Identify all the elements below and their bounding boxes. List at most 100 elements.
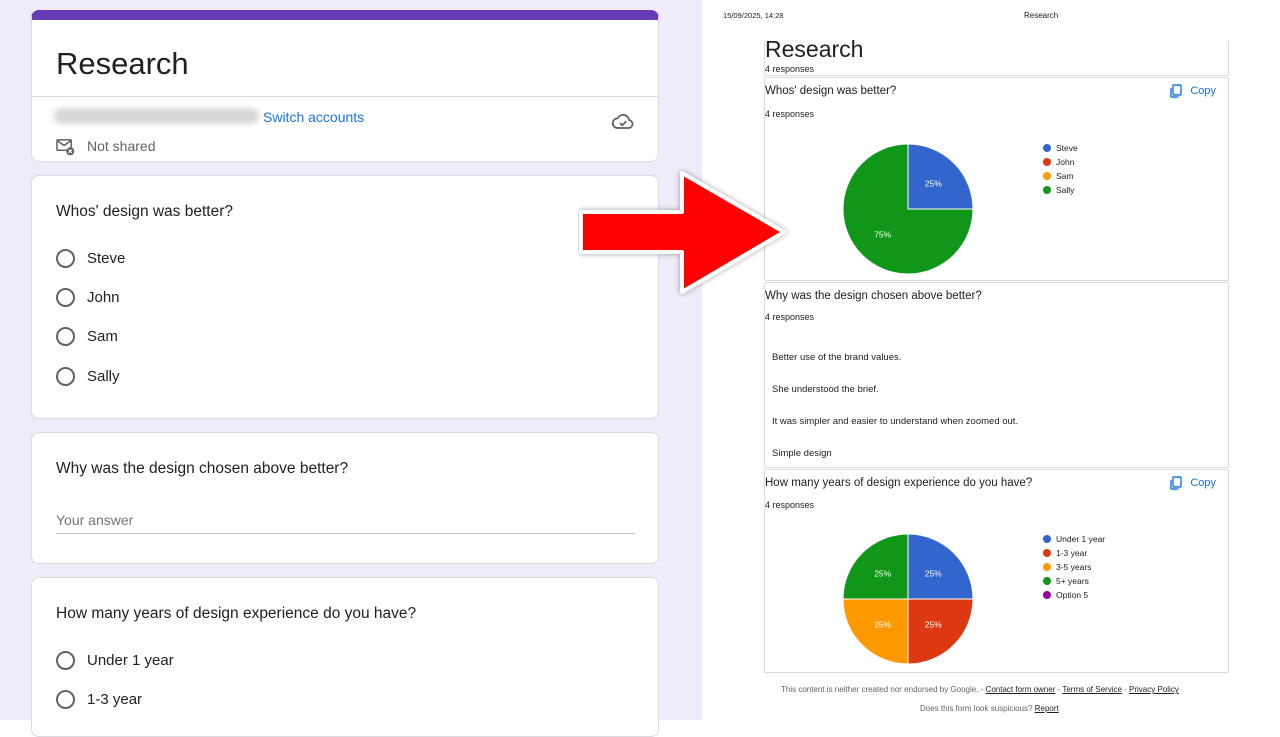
- legend-dot: [1043, 144, 1051, 152]
- pie-slice-label: 25%: [874, 569, 891, 579]
- response-count: 4 responses: [765, 64, 815, 74]
- form-title: Research: [56, 46, 189, 81]
- legend-item-option-5: Option 5: [1043, 588, 1105, 602]
- question-title: Why was the design chosen above better?: [765, 290, 982, 302]
- option-label: Sally: [87, 367, 120, 385]
- legend-item-steve: Steve: [1043, 141, 1078, 155]
- copy-label: Copy: [1190, 477, 1216, 489]
- question-title: How many years of design experience do y…: [56, 605, 417, 622]
- footer-report: Does this form look suspicious? Report: [920, 704, 1059, 713]
- pie-slice-label: 25%: [925, 619, 942, 629]
- legend-label: Under 1 year: [1056, 534, 1106, 544]
- footer-text: This content is neither created nor endo…: [781, 685, 986, 694]
- legend-label: 5+ years: [1056, 576, 1089, 586]
- radio-button[interactable]: [56, 287, 75, 307]
- chart-card-experience: How many years of design experience do y…: [764, 469, 1229, 673]
- text-responses-card: Why was the design chosen above better? …: [764, 282, 1229, 468]
- legend-dot: [1043, 591, 1051, 599]
- pie-slice-3-5-years: [842, 598, 909, 665]
- legend-dot: [1043, 563, 1051, 571]
- legend-label: John: [1056, 157, 1075, 167]
- response-count: 4 responses: [765, 312, 815, 322]
- form-panel: Research Switch accounts Not shared Whos…: [0, 0, 702, 737]
- account-email-blurred: [54, 108, 259, 124]
- legend-dot: [1043, 535, 1051, 543]
- legend-item-sam: Sam: [1043, 169, 1078, 183]
- legend-label: Sally: [1056, 185, 1075, 195]
- radio-button[interactable]: [56, 366, 75, 386]
- radio-option-john[interactable]: John: [56, 286, 120, 308]
- report-link[interactable]: Report: [1035, 704, 1059, 713]
- legend-item-sally: Sally: [1043, 183, 1078, 197]
- copy-chart-button[interactable]: Copy: [1169, 476, 1216, 490]
- contact-owner-link[interactable]: Contact form owner: [986, 685, 1056, 694]
- legend-dot: [1043, 172, 1051, 180]
- radio-button[interactable]: [56, 650, 75, 670]
- pie-chart-experience: 25% 25% 25% 25%: [842, 533, 974, 665]
- print-timestamp: 15/09/2025, 14:28: [723, 11, 784, 20]
- legend-label: Steve: [1056, 143, 1078, 153]
- pie-slice-label: 25%: [925, 569, 942, 579]
- legend-item-3-5-years: 3-5 years: [1043, 560, 1105, 574]
- question-card-why: Why was the design chosen above better? …: [31, 432, 659, 564]
- option-label: Steve: [87, 249, 126, 267]
- text-response: She understood the brief.: [772, 384, 879, 395]
- legend-label: 1-3 year: [1056, 548, 1088, 558]
- radio-option-sally[interactable]: Sally: [56, 365, 120, 387]
- legend-dot: [1043, 186, 1051, 194]
- question-title: How many years of design experience do y…: [765, 477, 1033, 489]
- text-response: Simple design: [772, 448, 832, 459]
- switch-accounts-link[interactable]: Switch accounts: [263, 109, 364, 125]
- legend-label: Sam: [1056, 171, 1074, 181]
- pie-slice-label: 25%: [925, 179, 942, 189]
- pie-slice-label: 25%: [874, 619, 891, 629]
- pie-slice-1-3-year: [907, 598, 974, 665]
- legend-item-john: John: [1043, 155, 1078, 169]
- legend-item-under-1-year: Under 1 year: [1043, 532, 1105, 546]
- red-arrow-icon: [579, 171, 786, 294]
- terms-link[interactable]: Terms of Service: [1062, 685, 1122, 694]
- question-card-experience: How many years of design experience do y…: [31, 577, 659, 737]
- option-label: John: [87, 288, 120, 306]
- option-label: Under 1 year: [87, 651, 174, 669]
- footer-separator: -: [1121, 685, 1130, 694]
- question-title: Whos' design was better?: [765, 85, 897, 97]
- not-shared-label: Not shared: [87, 138, 156, 154]
- response-count: 4 responses: [765, 500, 815, 510]
- results-title: Research: [765, 36, 864, 62]
- cloud-saved-icon: [611, 114, 634, 129]
- copy-icon: [1170, 476, 1183, 490]
- text-response: Better use of the brand values.: [772, 352, 902, 363]
- copy-chart-button[interactable]: Copy: [1169, 84, 1216, 98]
- divider: [32, 96, 658, 97]
- legend-label: Option 5: [1056, 590, 1089, 600]
- answer-input[interactable]: Your answer: [56, 512, 635, 534]
- radio-button[interactable]: [56, 248, 75, 268]
- pie-slice-label: 75%: [874, 229, 891, 239]
- question-title: Whos' design was better?: [56, 203, 233, 220]
- responses-panel: 15/09/2025, 14:28 Research Research 4 re…: [702, 0, 1280, 720]
- summary-header: Research 4 responses: [764, 36, 1229, 76]
- option-label: Sam: [87, 327, 118, 345]
- pie-slice-5-years: [842, 533, 909, 600]
- footer-disclaimer: This content is neither created nor endo…: [781, 685, 1179, 694]
- legend-item-1-3-year: 1-3 year: [1043, 546, 1105, 560]
- text-response: It was simpler and easier to understand …: [772, 416, 1019, 427]
- pie-slice-under-1-year: [907, 533, 974, 600]
- radio-button[interactable]: [56, 326, 75, 346]
- question-card-designer: Whos' design was better? Steve John Sam …: [31, 175, 659, 419]
- copy-icon: [1170, 84, 1183, 98]
- chart-card-designer: Whos' design was better? 4 responses Cop…: [764, 77, 1229, 281]
- pie-slice-steve: [907, 143, 974, 210]
- question-title: Why was the design chosen above better?: [56, 460, 349, 477]
- option-label: 1-3 year: [87, 690, 143, 708]
- radio-option-steve[interactable]: Steve: [56, 247, 125, 269]
- radio-option-sam[interactable]: Sam: [56, 325, 118, 347]
- privacy-link[interactable]: Privacy Policy: [1129, 685, 1179, 694]
- radio-option-1-3-year[interactable]: 1-3 year: [56, 688, 142, 710]
- radio-button[interactable]: [56, 689, 75, 709]
- response-count: 4 responses: [765, 109, 815, 119]
- copy-label: Copy: [1190, 85, 1216, 97]
- pie-chart-designer: 25% 75%: [842, 143, 974, 275]
- radio-option-under-1-year[interactable]: Under 1 year: [56, 649, 174, 671]
